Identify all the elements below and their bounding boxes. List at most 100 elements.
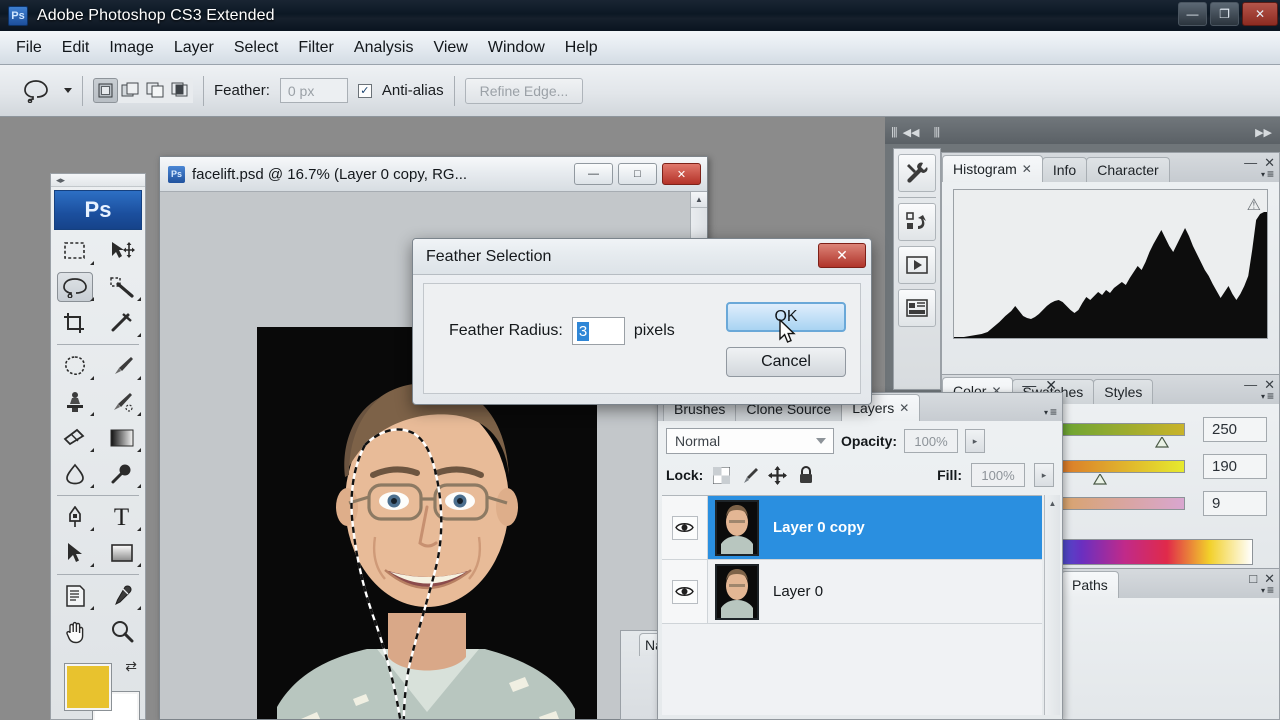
red-slider-thumb[interactable] [1154, 435, 1170, 448]
tab-histogram-close-icon[interactable]: ✕ [1022, 162, 1032, 176]
fill-field[interactable]: 100% [971, 463, 1025, 487]
table-row[interactable]: Layer 0 copy [662, 496, 1042, 560]
foreground-color-swatch[interactable] [64, 663, 112, 711]
tool-crop[interactable] [51, 305, 98, 341]
tab-info[interactable]: Info [1041, 157, 1088, 182]
tool-healing-brush[interactable] [98, 305, 145, 341]
refine-edge-button[interactable]: Refine Edge... [464, 77, 584, 104]
tool-hand[interactable] [51, 614, 98, 650]
layers-scroll-up-icon[interactable]: ▲ [1045, 495, 1060, 511]
paths-restore-button[interactable]: □ [1249, 571, 1257, 587]
lock-image-pixels-icon[interactable] [740, 466, 759, 485]
layers-scrollbar[interactable]: ▲ [1044, 495, 1060, 715]
scroll-up-arrow-icon[interactable]: ▲ [691, 192, 707, 208]
histogram-warning-icon[interactable]: ⚠ [1247, 195, 1261, 215]
red-value-field[interactable]: 250 [1203, 417, 1267, 442]
minimize-button[interactable]: — [1178, 2, 1207, 26]
menu-view[interactable]: View [423, 36, 477, 60]
paths-panel-menu-button[interactable]: ▾ ≡ [1261, 583, 1274, 597]
eye-icon[interactable] [671, 579, 698, 604]
tab-histogram[interactable]: Histogram ✕ [942, 155, 1043, 182]
table-row[interactable]: Layer 0 [662, 560, 1042, 624]
cancel-button[interactable]: Cancel [726, 347, 846, 377]
layer-visibility-cell[interactable] [662, 560, 708, 623]
menu-edit[interactable]: Edit [52, 36, 100, 60]
tool-notes[interactable] [51, 578, 98, 614]
layer-thumbnail[interactable] [715, 499, 759, 556]
toolbox-grip[interactable]: ◂▸ [51, 174, 145, 187]
tool-dodge[interactable] [98, 456, 145, 492]
swap-colors-icon[interactable]: ⇄ [125, 658, 137, 675]
histogram-minimize-button[interactable]: — [1244, 155, 1257, 171]
collapse-dock-button[interactable]: ◀◀ [903, 126, 920, 139]
tool-eyedropper[interactable] [98, 578, 145, 614]
document-minimize-button[interactable]: — [574, 163, 613, 185]
tool-type[interactable]: T [98, 499, 145, 535]
restore-button[interactable]: ❐ [1210, 2, 1239, 26]
tool-gradient[interactable] [98, 420, 145, 456]
tool-eraser[interactable] [51, 420, 98, 456]
tool-patch[interactable] [51, 348, 98, 384]
fill-spinner-button[interactable]: ▸ [1034, 463, 1054, 487]
tab-paths[interactable]: Paths [1061, 571, 1119, 598]
tool-lasso[interactable] [51, 269, 98, 305]
document-restore-button[interactable]: □ [618, 163, 657, 185]
history-actions-icon[interactable] [898, 203, 936, 241]
layer-thumbnail[interactable] [715, 563, 759, 620]
tool-rectangular-marquee[interactable] [51, 233, 98, 269]
opacity-field[interactable]: 100% [904, 429, 959, 453]
feather-input[interactable]: 0 px [279, 78, 348, 103]
lock-transparent-pixels-icon[interactable] [712, 466, 731, 485]
menu-analysis[interactable]: Analysis [344, 36, 424, 60]
blend-mode-select[interactable]: Normal [666, 428, 834, 454]
menu-file[interactable]: File [6, 36, 52, 60]
new-selection-button[interactable] [93, 78, 118, 103]
tab-character[interactable]: Character [1086, 157, 1170, 182]
menu-filter[interactable]: Filter [288, 36, 344, 60]
animation-icon[interactable] [898, 246, 936, 284]
layers-close-button[interactable]: ✕ [1045, 377, 1057, 394]
tool-blur[interactable] [51, 456, 98, 492]
menu-help[interactable]: Help [555, 36, 608, 60]
add-to-selection-button[interactable] [118, 78, 143, 103]
tool-history-brush[interactable] [98, 384, 145, 420]
menu-layer[interactable]: Layer [164, 36, 224, 60]
tool-path-selection[interactable] [51, 535, 98, 571]
intersect-with-selection-button[interactable] [168, 78, 193, 103]
tool-preset-chevron-down-icon[interactable] [64, 88, 72, 93]
tool-clone-stamp[interactable] [51, 384, 98, 420]
tool-rectangle-shape[interactable] [98, 535, 145, 571]
layer-visibility-cell[interactable] [662, 496, 708, 559]
subtract-from-selection-button[interactable] [143, 78, 168, 103]
tool-presets-icon[interactable] [898, 154, 936, 192]
document-title-bar[interactable]: Ps facelift.psd @ 16.7% (Layer 0 copy, R… [160, 157, 707, 192]
color-panel-menu-button[interactable]: ▾ ≡ [1261, 389, 1274, 403]
color-minimize-button[interactable]: — [1244, 377, 1257, 393]
menu-select[interactable]: Select [224, 36, 288, 60]
expand-dock-button[interactable]: ▶▶ [1255, 126, 1272, 139]
layers-minimize-button[interactable]: — [1022, 377, 1036, 394]
menu-window[interactable]: Window [478, 36, 555, 60]
feather-radius-input[interactable]: 3 [571, 317, 625, 345]
dialog-close-button[interactable]: ✕ [818, 243, 866, 268]
tool-move[interactable] [98, 233, 145, 269]
close-button[interactable]: ✕ [1242, 2, 1278, 26]
layer-comps-icon[interactable] [898, 289, 936, 327]
lock-all-icon[interactable] [796, 466, 815, 485]
antialias-checkbox[interactable]: ✓ [357, 83, 372, 98]
blue-value-field[interactable]: 9 [1203, 491, 1267, 516]
green-slider-thumb[interactable] [1092, 472, 1108, 485]
tab-styles[interactable]: Styles [1093, 379, 1154, 404]
tool-zoom[interactable] [98, 614, 145, 650]
tab-layers-close-icon[interactable]: ✕ [899, 401, 909, 415]
lasso-tool-icon[interactable] [18, 76, 54, 106]
lock-position-icon[interactable] [768, 465, 788, 485]
tool-magic-wand[interactable] [98, 269, 145, 305]
tool-pen[interactable] [51, 499, 98, 535]
layers-panel-menu-button[interactable]: ▾ ≡ [1044, 405, 1057, 419]
eye-icon[interactable] [671, 515, 698, 540]
menu-image[interactable]: Image [99, 36, 163, 60]
opacity-spinner-button[interactable]: ▸ [965, 429, 986, 453]
document-close-button[interactable]: ✕ [662, 163, 701, 185]
green-value-field[interactable]: 190 [1203, 454, 1267, 479]
